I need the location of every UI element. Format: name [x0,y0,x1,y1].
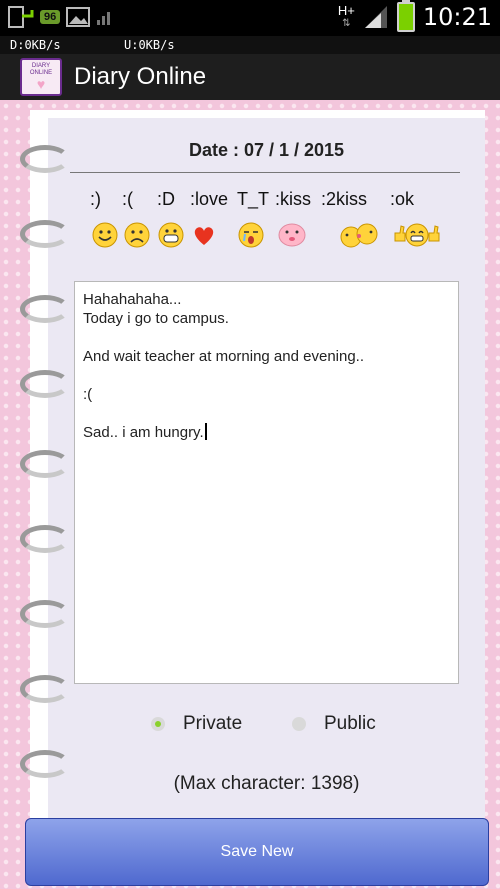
emoji-code-love: :love [190,189,229,209]
app-title: Diary Online [74,63,207,90]
smile-icon[interactable] [91,221,119,249]
download-speed: D:0KB/s [10,38,61,52]
emoji-code-kiss: :kiss [275,189,311,209]
radio-private-label: Private [183,713,243,734]
spiral-ring [20,370,70,398]
status-bar-notifications: 96 [8,6,114,28]
emoji-code-crying: T_T [237,189,270,209]
signal-bars-icon [364,6,387,28]
net-speed-bar: D:0KB/s U:0KB/s [0,36,500,54]
diary-date: Date : 07 / 1 / 2015 [188,140,345,160]
spiral-ring [20,600,70,628]
max-character-label: (Max character: 1398) [173,773,360,794]
status-bar: 96 H+ ⇅ 10:21 [0,0,500,36]
ok-thumbs-icon[interactable] [392,221,440,249]
diary-line-text: Sad.. i am hungry. [83,424,204,441]
radio-private[interactable]: Private [151,713,242,735]
sad-icon[interactable] [123,221,151,249]
data-arrows-icon: ⇅ [342,18,351,29]
spiral-ring [20,220,70,248]
spiral-ring [20,450,70,478]
battery-icon [396,0,415,32]
bbm-notification-icon: 96 [40,10,61,24]
emoji-code-sad: :( [122,189,133,209]
kiss-icon[interactable] [277,221,306,249]
diary-line: Hahahahaha... [83,291,182,308]
app-logo-text: DIARY ONLINE [29,63,53,76]
image-notification-icon [66,7,91,27]
status-bar-system: H+ ⇅ 10:21 [338,0,492,32]
emoji-code-grin: :D [157,189,175,209]
radio-public-label: Public [324,713,376,734]
download-notification-icon [8,6,34,28]
emoji-code-double-kiss: :2kiss [321,189,368,209]
upload-speed: U:0KB/s [124,38,175,52]
spiral-ring [20,675,70,703]
radio-private-indicator[interactable] [151,717,165,731]
diary-text-field[interactable]: Hahahahaha... Today i go to campus. And … [74,281,459,684]
diary-line-last: Sad.. i am hungry. [83,423,450,442]
heart-logo-icon: ♥ [36,76,46,92]
network-type: H+ ⇅ [338,4,355,30]
emoji-code-ok: :ok [390,189,415,209]
date-divider [70,172,460,173]
text-cursor [204,423,207,440]
grin-icon[interactable] [157,221,185,249]
double-kiss-icon[interactable] [337,221,378,249]
diary-line: :( [83,386,93,403]
clock: 10:21 [422,3,492,31]
spiral-ring [20,295,70,323]
diary-line: Today i go to campus. [83,310,229,327]
save-new-button[interactable]: Save New [25,818,489,886]
signal-small-icon [97,12,111,25]
radio-public[interactable]: Public [292,713,376,735]
diary-line: And wait teacher at morning and evening.… [83,348,365,365]
crying-icon[interactable] [237,221,265,249]
emoji-code-smile: :) [90,189,101,209]
radio-public-indicator[interactable] [292,717,306,731]
network-type-label: H+ [337,3,355,18]
spiral-ring [20,525,70,553]
app-bar: DIARY ONLINE ♥ Diary Online [0,54,500,100]
app-logo-icon[interactable]: DIARY ONLINE ♥ [20,58,62,96]
heart-icon[interactable] [190,221,218,249]
